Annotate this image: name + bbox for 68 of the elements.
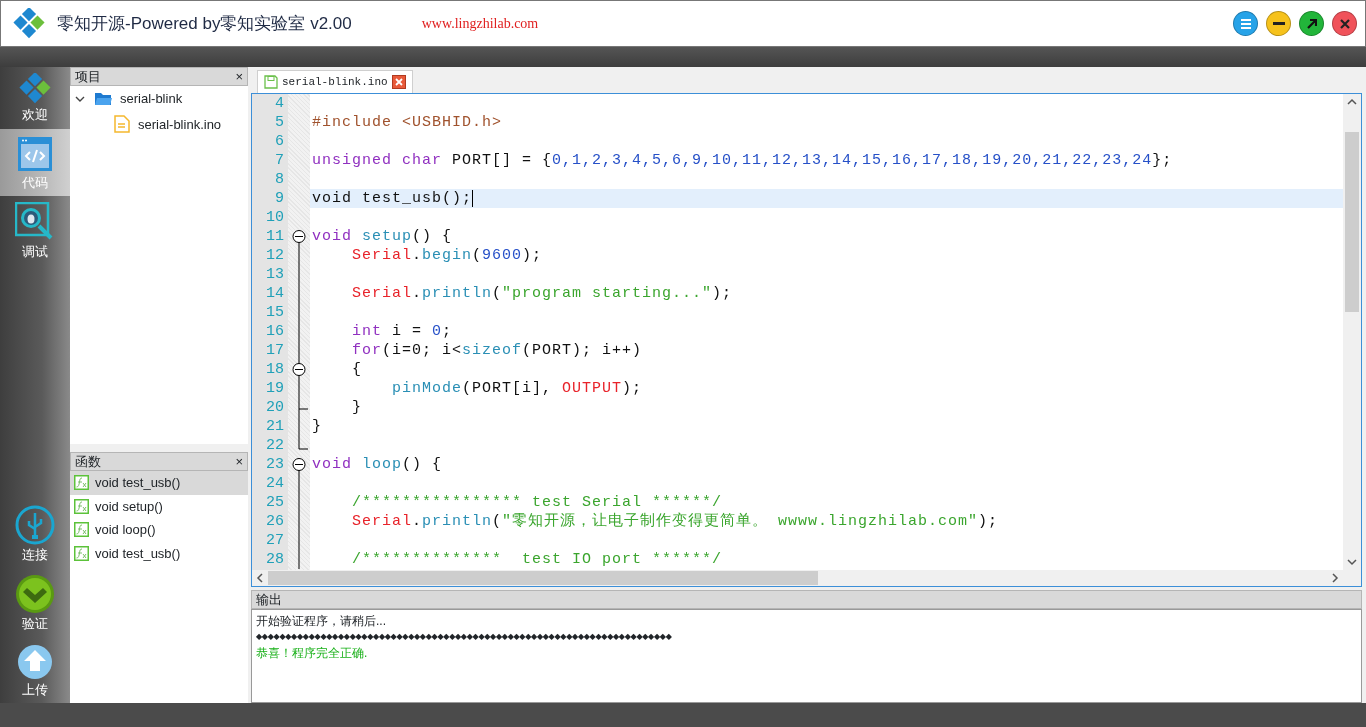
- panel-title: 输出: [256, 590, 282, 609]
- menu-icon: [1240, 18, 1251, 29]
- function-item[interactable]: void test_usb(): [70, 471, 248, 495]
- function-icon: [74, 545, 89, 561]
- sidebar-button[interactable]: 上传: [0, 637, 70, 703]
- fold-toggle-icon[interactable]: [292, 227, 306, 246]
- close-icon: [1339, 18, 1350, 29]
- fold-toggle-icon[interactable]: [292, 455, 306, 474]
- website-url: www.lingzhilab.com: [421, 15, 539, 33]
- fold-end-line: [298, 436, 308, 450]
- minus-icon: [1272, 22, 1285, 25]
- function-item[interactable]: void loop(): [70, 518, 248, 542]
- code-line: int i = 0;: [351, 322, 454, 341]
- minimize-button[interactable]: [1266, 11, 1291, 36]
- function-item[interactable]: void setup(): [70, 494, 248, 518]
- close-button[interactable]: [1332, 11, 1357, 36]
- close-button[interactable]: ×: [235, 451, 243, 472]
- code-line: {: [351, 360, 363, 379]
- code-line: /**************** test Serial ******/: [351, 493, 724, 512]
- code-line: }: [351, 398, 363, 417]
- code-line: /************** test IO port ******/: [351, 550, 724, 569]
- sidebar-button[interactable]: 验证: [0, 568, 70, 638]
- sidebar-tab[interactable]: 调试: [0, 196, 70, 266]
- file-tab[interactable]: serial-blink.ino: [257, 69, 413, 93]
- close-button[interactable]: ×: [235, 66, 243, 87]
- menu-button[interactable]: [1233, 11, 1258, 36]
- bug-search-icon: [15, 202, 55, 242]
- save-icon: [264, 74, 278, 89]
- tab-label: serial-blink.ino: [282, 74, 388, 90]
- sidebar-button[interactable]: 连接: [0, 498, 70, 568]
- maximize-button[interactable]: [1299, 11, 1324, 36]
- function-item[interactable]: void test_usb(): [70, 541, 248, 565]
- sidebar-tab[interactable]: 欢迎: [0, 67, 70, 129]
- code-line: #include <USBHID.h>: [311, 113, 504, 132]
- function-icon: [74, 475, 89, 491]
- scrollbar-thumb[interactable]: [268, 571, 818, 585]
- code-line: pinMode(PORT[i], OUTPUT);: [391, 379, 644, 398]
- arrow-icon: [1306, 18, 1317, 29]
- code-line: Serial.println("零知开源，让电子制作变得更简单。 wwww.lingzhilab.com");: [351, 512, 1000, 531]
- tree-item[interactable]: serial-blink.ino: [138, 114, 222, 134]
- panel-title: 函数: [75, 452, 101, 471]
- output-line: 恭喜！程序完全正确.: [256, 645, 369, 661]
- code-window-icon: [16, 134, 54, 173]
- scrollbar-thumb[interactable]: [1345, 132, 1359, 312]
- code-line: Serial.println("program starting...");: [351, 284, 734, 303]
- function-icon: [74, 498, 89, 514]
- close-icon[interactable]: [391, 74, 406, 89]
- function-icon: [74, 522, 89, 538]
- code-line: for(i=0; i<sizeof(PORT); i++): [351, 341, 644, 360]
- fold-toggle-icon[interactable]: [292, 360, 306, 379]
- check-icon: [15, 574, 55, 614]
- code-line: void loop() {: [311, 455, 444, 474]
- code-line: void setup() {: [311, 227, 454, 246]
- upload-icon: [17, 643, 53, 680]
- output-line: 开始验证程序，请稍后...: [256, 613, 387, 629]
- fold-line: [298, 417, 300, 436]
- fold-end-line: [298, 398, 308, 417]
- code-line: Serial.begin(9600);: [351, 246, 544, 265]
- panel-title: 项目: [75, 67, 101, 86]
- code-line: unsigned char PORT[] = {0,1,2,3,4,5,6,9,10,11,12,13,14,15,16,17,18,19,20,21,22,23,24};: [311, 151, 1174, 170]
- folder-icon: [94, 91, 112, 106]
- file-icon: [114, 115, 130, 134]
- code-line: }: [311, 417, 323, 436]
- tree-item[interactable]: serial-blink: [120, 89, 183, 109]
- fold-line: [298, 379, 300, 398]
- usb-icon: [15, 504, 55, 545]
- window-title: 零知开源-Powered by零知实验室 v2.00: [57, 12, 352, 35]
- output-line: ◆◆◆◆◆◆◆◆◆◆◆◆◆◆◆◆◆◆◆◆◆◆◆◆◆◆◆◆◆◆◆◆◆◆◆◆◆◆◆◆◆◆◆◆◆◆◆◆◆◆◆◆◆◆◆◆◆◆◆◆◆◆◆◆◆◆◆◆◆◆◆: [256, 631, 673, 643]
